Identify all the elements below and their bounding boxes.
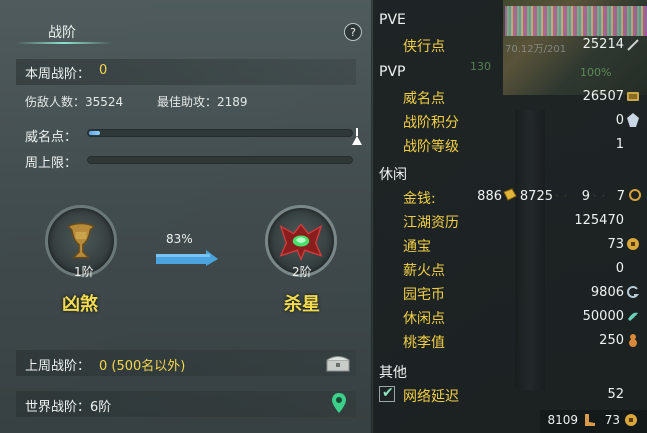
coin-icon [627, 238, 639, 250]
prestige-bar [87, 129, 353, 137]
section-leisure-title: 休闲 [379, 167, 407, 183]
chest-icon[interactable] [326, 354, 350, 372]
pvp-item-rank-level-value: 1 [615, 137, 624, 152]
bottom-value-1: 8109 [547, 413, 578, 427]
title-underline [16, 42, 112, 44]
pvp-item-prestige-label: 威名点 [403, 91, 445, 107]
weekly-cap-bar [87, 156, 353, 164]
current-rank-level: 1阶 [74, 265, 94, 279]
leisure-item-leisure-value: 50000 [582, 309, 624, 324]
money-gold: 886 [477, 189, 502, 204]
leisure-item-fire-value: 0 [615, 261, 624, 276]
world-rank: 世界战阶：6阶 [25, 400, 112, 415]
pvp-item-prestige-value: 26507 [582, 89, 624, 104]
section-pvp-title: PVP [379, 64, 406, 80]
boot-icon [585, 414, 595, 426]
leisure-item-jianghu-value: 125470 [574, 213, 624, 228]
weekly-rank-value: 0 [99, 63, 108, 78]
chivalry-label: 侠行点 [403, 39, 445, 55]
weekly-cap-label: 周上限： [25, 156, 78, 171]
money-label: 金钱: [403, 191, 436, 207]
leisure-item-leisure-label: 休闲点 [403, 311, 445, 327]
copper-coin-icon [629, 189, 641, 201]
leisure-item-fire-label: 薪火点 [403, 263, 445, 279]
leisure-item-tongbao-value: 73 [607, 237, 624, 252]
gourd-icon [629, 334, 637, 347]
bottom-coin-icon [625, 414, 637, 426]
kills-count: 伤敌人数：35524 [25, 95, 124, 109]
bottom-value-2: 73 [604, 413, 620, 427]
current-rank-name: 凶煞 [62, 294, 98, 315]
leisure-item-peach-value: 250 [599, 333, 624, 348]
pvp-item-rank-points-label: 战阶积分 [403, 115, 459, 131]
background-pillar [515, 110, 545, 390]
money-silver: 9 [581, 189, 590, 204]
pvp-item-rank-points-value: 0 [615, 113, 624, 128]
bg-text-exp: 70.12万/201 [505, 44, 567, 55]
cap-marker-icon [352, 128, 362, 145]
silver-icon [593, 194, 605, 198]
section-pve-title: PVE [379, 12, 406, 28]
sword-icon [627, 39, 639, 51]
last-week-label: 上周战阶： [25, 359, 91, 374]
leisure-item-garden-value: 9806 [590, 285, 624, 300]
chivalry-value: 25214 [582, 37, 624, 52]
latency-value: 52 [607, 387, 624, 402]
next-rank-level: 2阶 [292, 265, 312, 279]
next-rank-name: 杀星 [284, 294, 320, 315]
progress-arrow-icon [156, 250, 218, 266]
panel-header: 战阶 [0, 0, 372, 46]
rank-panel: 战阶 ? 本周战阶： 0 伤敌人数：35524 最佳助攻：2189 威名点： 周… [0, 0, 372, 433]
game-hud-strip [505, 6, 647, 36]
weekly-rank-label: 本周战阶： [25, 67, 91, 82]
yuanbao-icon [555, 194, 567, 198]
help-button[interactable]: ? [344, 23, 362, 41]
leisure-icon [628, 312, 638, 321]
location-pin-icon[interactable] [332, 393, 346, 413]
leisure-item-jianghu-label: 江湖资历 [403, 215, 459, 231]
last-week-value: 0 (500名以外) [99, 359, 186, 374]
panel-title: 战阶 [48, 25, 76, 41]
leisure-item-peach-label: 桃李值 [403, 335, 445, 351]
best-assist: 最佳助攻：2189 [157, 95, 248, 109]
gold-ingot-icon [503, 188, 517, 201]
section-other-title: 其他 [379, 365, 407, 381]
prestige-label: 威名点： [25, 130, 78, 145]
money-copper: 7 [616, 189, 625, 204]
pvp-item-rank-level-label: 战阶等级 [403, 139, 459, 155]
leisure-item-garden-label: 园宅币 [403, 287, 445, 303]
prestige-bar-fill [89, 131, 100, 135]
check-icon: ✔ [382, 385, 394, 401]
latency-label: 网络延迟 [403, 389, 459, 405]
money-silver-ingot: 8725 [519, 189, 553, 204]
bg-text-percent: 100% [580, 66, 612, 79]
leisure-item-tongbao-label: 通宝 [403, 239, 431, 255]
rank-points-icon [627, 113, 639, 127]
garden-coin-icon [627, 286, 640, 298]
prestige-icon [627, 92, 639, 101]
bg-text-level: 130 [470, 60, 491, 73]
latency-checkbox[interactable]: ✔ [379, 385, 395, 402]
rank-progress-percent: 83% [166, 232, 193, 246]
